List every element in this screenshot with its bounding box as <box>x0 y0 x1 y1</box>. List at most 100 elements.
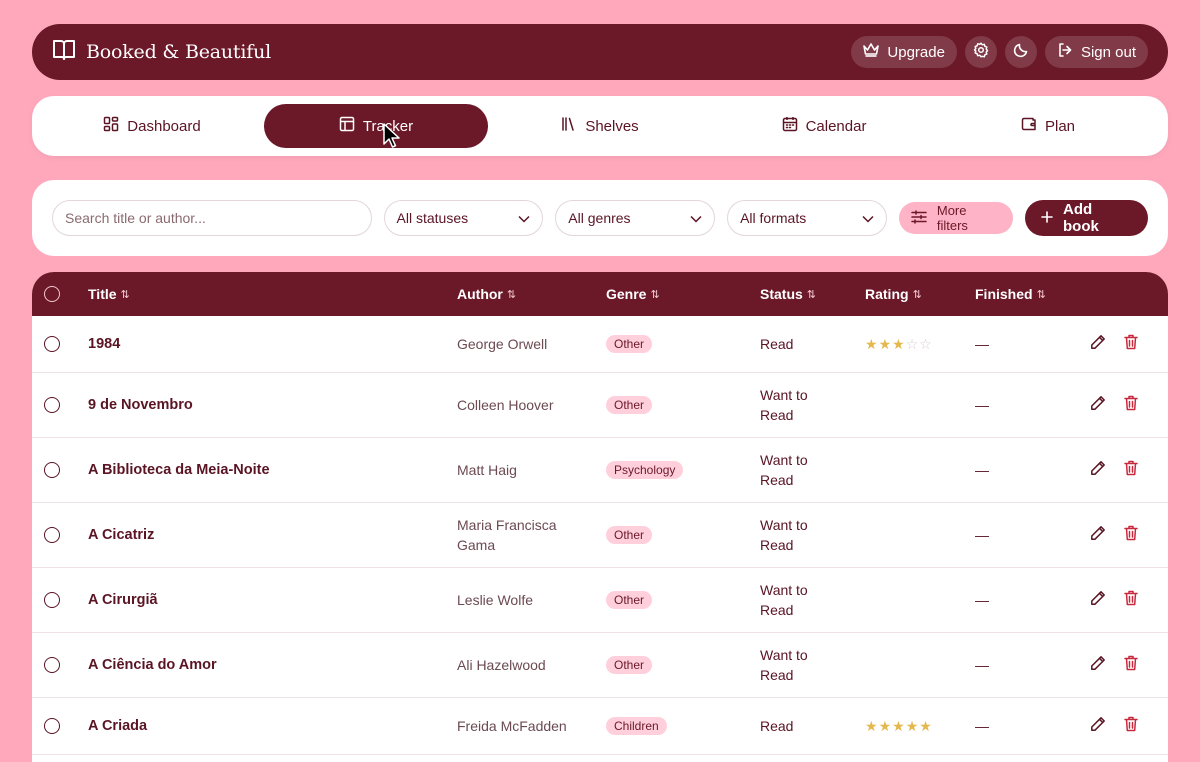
tab-plan[interactable]: Plan <box>936 104 1160 148</box>
book-title[interactable]: A Cirurgiã <box>88 568 448 632</box>
star-icon[interactable]: ★ <box>892 719 905 733</box>
row-checkbox[interactable] <box>44 373 60 437</box>
column-header-genre[interactable]: Genre ⇅ <box>606 272 660 316</box>
finished-date: — <box>975 397 989 413</box>
column-header-status[interactable]: Status ⇅ <box>760 272 816 316</box>
tab-tracker[interactable]: Tracker <box>264 104 488 148</box>
search-input[interactable] <box>52 200 372 236</box>
row-checkbox[interactable] <box>44 698 60 754</box>
book-title[interactable]: A Criada <box>88 698 448 754</box>
book-author: George Orwell <box>457 336 548 352</box>
books-icon <box>561 116 577 136</box>
delete-trash-icon[interactable] <box>1124 395 1138 416</box>
format-select[interactable]: All formats <box>727 200 887 236</box>
sort-icon: ⇅ <box>1036 288 1046 301</box>
star-icon[interactable]: ★ <box>865 337 878 351</box>
book-title[interactable]: 1984 <box>88 316 448 372</box>
edit-pencil-icon[interactable] <box>1090 395 1106 416</box>
delete-trash-icon[interactable] <box>1124 334 1138 355</box>
column-label: Rating <box>865 286 909 302</box>
delete-trash-icon[interactable] <box>1124 460 1138 481</box>
delete-trash-icon[interactable] <box>1124 716 1138 737</box>
column-header-title[interactable]: Title ⇅ <box>88 272 130 316</box>
book-author: Maria Francisca Gama <box>457 517 557 553</box>
row-checkbox[interactable] <box>44 568 60 632</box>
tab-label: Calendar <box>805 117 867 135</box>
edit-pencil-icon[interactable] <box>1090 525 1106 546</box>
brand[interactable]: Booked & Beautiful <box>52 39 271 66</box>
rating-cell: ★ ★ ★ ☆ ☆ <box>865 316 932 372</box>
star-icon[interactable]: ★ <box>879 337 892 351</box>
sign-out-icon <box>1057 42 1073 62</box>
row-checkbox[interactable] <box>44 633 60 697</box>
finished-date: — <box>975 657 989 673</box>
delete-trash-icon[interactable] <box>1124 525 1138 546</box>
row-checkbox[interactable] <box>44 316 60 372</box>
book-title[interactable]: A Biblioteca da Meia-Noite <box>88 438 448 502</box>
sign-out-button[interactable]: Sign out <box>1044 36 1148 68</box>
star-icon[interactable]: ★ <box>919 719 932 733</box>
edit-pencil-icon[interactable] <box>1090 460 1106 481</box>
add-book-button[interactable]: Add book <box>1025 200 1148 236</box>
column-header-finished[interactable]: Finished ⇅ <box>975 272 1046 316</box>
genre-badge: Children <box>606 717 667 735</box>
finished-date: — <box>975 336 989 352</box>
star-icon[interactable]: ☆ <box>906 337 919 351</box>
table-row[interactable]: A Cirurgiã Leslie Wolfe Other Want to Read — <box>32 568 1168 633</box>
upgrade-label: Upgrade <box>887 43 945 61</box>
book-status: Read <box>760 718 794 734</box>
book-author: Colleen Hoover <box>457 397 554 413</box>
column-header-rating[interactable]: Rating ⇅ <box>865 272 922 316</box>
edit-pencil-icon[interactable] <box>1090 655 1106 676</box>
table-row[interactable]: A Biblioteca da Meia-Noite Matt Haig Psych… <box>32 438 1168 503</box>
column-label: Title <box>88 286 117 302</box>
genre-badge: Other <box>606 396 653 414</box>
gear-icon <box>973 42 989 62</box>
delete-trash-icon[interactable] <box>1124 655 1138 676</box>
edit-pencil-icon[interactable] <box>1090 590 1106 611</box>
table-row[interactable]: 1984 George Orwell Other Read ★ ★ ★ ☆ ☆ — <box>32 316 1168 373</box>
edit-pencil-icon[interactable] <box>1090 334 1106 355</box>
select-all-circle <box>44 286 60 302</box>
star-icon[interactable]: ☆ <box>919 337 932 351</box>
tab-shelves[interactable]: Shelves <box>488 104 712 148</box>
delete-trash-icon[interactable] <box>1124 590 1138 611</box>
row-checkbox-circle <box>44 336 60 352</box>
genre-select[interactable]: All genres <box>555 200 716 236</box>
book-status: Want to Read <box>760 452 808 488</box>
book-title[interactable]: 9 de Novembro <box>88 373 448 437</box>
status-select[interactable]: All statuses <box>383 200 544 236</box>
table-row[interactable]: 9 de Novembro Colleen Hoover Other Want to … <box>32 373 1168 438</box>
tab-calendar[interactable]: Calendar <box>712 104 936 148</box>
table-row[interactable]: A Criada Freida McFadden Children Read ★ ★ ★ ★ ★… <box>32 698 1168 755</box>
star-icon[interactable]: ★ <box>879 719 892 733</box>
column-label: Status <box>760 286 803 302</box>
rating-stars: ★ ★ ★ ★ ★ <box>865 719 932 733</box>
star-icon[interactable]: ★ <box>865 719 878 733</box>
upgrade-button[interactable]: Upgrade <box>851 36 957 68</box>
table-row[interactable]: A Ciência do Amor Ali Hazelwood Other Want … <box>32 633 1168 698</box>
column-header-author[interactable]: Author ⇅ <box>457 272 516 316</box>
row-checkbox[interactable] <box>44 438 60 502</box>
mouse-cursor-icon <box>383 123 401 154</box>
row-checkbox-circle <box>44 657 60 673</box>
column-label: Finished <box>975 286 1033 302</box>
row-checkbox[interactable] <box>44 503 60 567</box>
tab-dashboard[interactable]: Dashboard <box>40 104 264 148</box>
star-icon[interactable]: ★ <box>906 719 919 733</box>
theme-toggle-button[interactable] <box>1004 36 1037 68</box>
more-filters-button[interactable]: More filters <box>898 202 1013 234</box>
book-title[interactable]: A Cicatriz <box>88 503 448 567</box>
genre-cell: Psychology <box>606 438 684 502</box>
rating-cell: ★ ★ ★ ★ ★ <box>865 698 932 754</box>
dashboard-icon <box>103 116 119 136</box>
settings-button[interactable] <box>964 36 997 68</box>
select-all-checkbox[interactable] <box>44 272 60 316</box>
book-title[interactable]: A Ciência do Amor <box>88 633 448 697</box>
book-author: Leslie Wolfe <box>457 592 534 608</box>
star-icon[interactable]: ★ <box>892 337 905 351</box>
table-row[interactable]: A Cicatriz Maria Francisca Gama Other Want … <box>32 503 1168 568</box>
book-author: Ali Hazelwood <box>457 657 546 673</box>
book-author: Freida McFadden <box>457 718 567 734</box>
edit-pencil-icon[interactable] <box>1090 716 1106 737</box>
